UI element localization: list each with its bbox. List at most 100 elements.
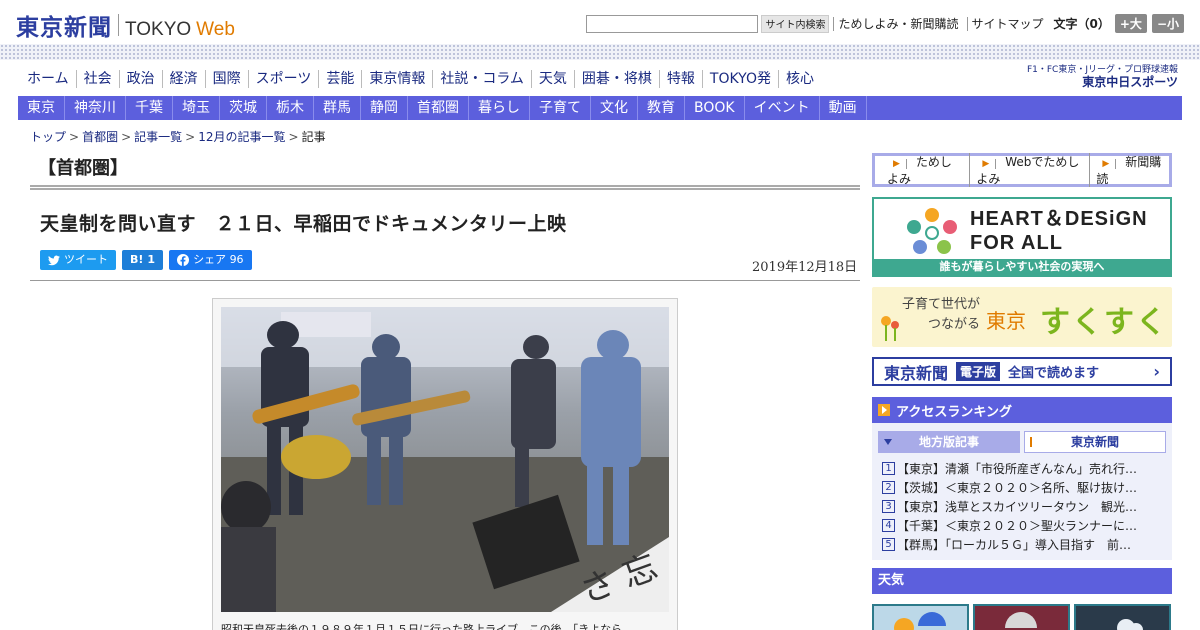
font-smaller-button[interactable]: −小: [1151, 14, 1184, 33]
digital-edition-logo: 東京新聞: [884, 363, 949, 383]
tameshiyomi-link[interactable]: ▶ ためしよみ: [881, 153, 971, 187]
ranking-text: 【群馬】「ローカル５Ｇ」導入目指す 前…: [897, 538, 1132, 552]
weather-tile-sun-icon[interactable]: [872, 604, 969, 630]
weather-tile-cloud-icon[interactable]: [1074, 604, 1171, 630]
subscribe-link[interactable]: ためしよみ・新聞購読: [833, 16, 962, 31]
breadcrumb-top[interactable]: トップ: [30, 130, 66, 144]
nav-item-weather[interactable]: 天気: [532, 70, 575, 88]
subnav-item-shizuoka[interactable]: 静岡: [361, 96, 408, 120]
ranking-number: 3: [882, 500, 895, 513]
section-divider: [30, 185, 860, 190]
logo-jp: 東京新聞: [16, 14, 112, 41]
ranking-item[interactable]: 5 【群馬】「ローカル５Ｇ」導入目指す 前…: [882, 535, 1162, 554]
subnav-item-shutoken[interactable]: 首都圏: [408, 96, 469, 120]
article-date: 2019年12月18日: [752, 260, 858, 275]
nav-item-economy[interactable]: 経済: [163, 70, 206, 88]
site-search-button[interactable]: サイト内検索: [761, 14, 830, 33]
breadcrumb-december-list[interactable]: 12月の記事一覧: [198, 130, 285, 144]
chunichi-sports-banner[interactable]: F1・FC東京・Jリーグ・プロ野球速報 東京中日スポーツ: [1027, 64, 1178, 90]
facebook-icon: [177, 254, 190, 266]
subnav-item-saitama[interactable]: 埼玉: [173, 96, 220, 120]
ranking-arrow-icon: [878, 404, 890, 416]
font-size-label: 文字（0）: [1053, 17, 1110, 31]
subnav-item-bunka[interactable]: 文化: [591, 96, 638, 120]
web-tameshiyomi-link[interactable]: ▶ Webでためしよみ: [970, 153, 1091, 187]
subnav-item-tochigi[interactable]: 栃木: [267, 96, 314, 120]
subnav-item-video[interactable]: 動画: [820, 96, 867, 120]
subnav-item-kurashi[interactable]: 暮らし: [469, 96, 530, 120]
hatena-bookmark-icon: B!: [130, 253, 144, 266]
article-photo-frame: さ 忘 昭和天皇死去後の１９８９年１月１５日に行った路上ライブ。この後、「きよな…: [212, 298, 678, 630]
digital-edition-text: 全国で読めます: [1008, 366, 1100, 381]
tameshiyomi-banner: ▶ ためしよみ ▶ Webでためしよみ ▶ 新聞購読: [872, 153, 1172, 187]
weather-tile-rain-icon[interactable]: [973, 604, 1070, 630]
tab-regional-articles[interactable]: 地方版記事: [878, 431, 1020, 453]
ranking-text: 【千葉】＜東京２０２０＞聖火ランナーに…: [897, 519, 1138, 533]
weather-header: 天気: [872, 568, 1172, 594]
subnav-item-book[interactable]: BOOK: [685, 96, 745, 120]
nav-item-politics[interactable]: 政治: [120, 70, 163, 88]
nav-item-go-shogi[interactable]: 囲碁・将棋: [575, 70, 660, 88]
subnav-item-kosodate[interactable]: 子育て: [530, 96, 591, 120]
digital-edition-banner[interactable]: 東京新聞 電子版 全国で読めます ›: [872, 357, 1172, 386]
nav-item-home[interactable]: ホーム: [20, 70, 77, 88]
article-photo[interactable]: さ 忘: [221, 307, 669, 612]
share-buttons: ツイート B! 1 シェア 96: [40, 250, 258, 270]
subnav-item-chiba[interactable]: 千葉: [126, 96, 173, 120]
search-input[interactable]: [586, 14, 759, 33]
ranking-item[interactable]: 3 【東京】浅草とスカイツリータウン 観光…: [882, 497, 1162, 516]
tokyo-sukusuku-banner[interactable]: 子育て世代が つながる 東京 すくすく: [872, 287, 1172, 347]
play-arrow-icon: ▶: [1096, 159, 1117, 169]
subnav-item-event[interactable]: イベント: [745, 96, 820, 120]
heart-design-banner[interactable]: HEART＆DESiGN FOR ALL 誰もが暮らしやすい社会の実現へ: [872, 197, 1172, 277]
sukusuku-logo: すくすく: [1040, 305, 1168, 340]
nav-item-world[interactable]: 国際: [206, 70, 249, 88]
regional-nav: 東京 神奈川 千葉 埼玉 茨城 栃木 群馬 静岡 首都圏 暮らし 子育て 文化 …: [18, 96, 1182, 120]
breadcrumb-current: 記事: [301, 130, 326, 144]
subnav-item-gunma[interactable]: 群馬: [314, 96, 361, 120]
share-label: シェア: [193, 253, 227, 266]
subnav-item-kanagawa[interactable]: 神奈川: [65, 96, 126, 120]
nav-item-tokuho[interactable]: 特報: [660, 70, 703, 88]
nav-item-tokyo-info[interactable]: 東京情報: [362, 70, 434, 88]
nav-item-kakushin[interactable]: 核心: [779, 70, 821, 88]
subnav-item-tokyo[interactable]: 東京: [18, 96, 65, 120]
ranking-item[interactable]: 4 【千葉】＜東京２０２０＞聖火ランナーに…: [882, 516, 1162, 535]
nav-item-tokyo-hatsu[interactable]: TOKYO発: [703, 70, 779, 88]
sitemap-link[interactable]: サイトマップ: [966, 16, 1048, 31]
article-divider: [30, 280, 860, 281]
subnav-item-ibaraki[interactable]: 茨城: [220, 96, 267, 120]
facebook-share-button[interactable]: シェア 96: [169, 250, 252, 270]
tweet-label: ツイート: [64, 253, 108, 266]
ranking-item[interactable]: 2 【茨城】＜東京２０２０＞名所、駆け抜け…: [882, 478, 1162, 497]
play-arrow-icon: ▶: [976, 159, 997, 169]
hatena-count: 1: [147, 253, 156, 266]
tweet-button[interactable]: ツイート: [40, 250, 116, 270]
photo-caption: 昭和天皇死去後の１９８９年１月１５日に行った路上ライブ。この後、「きよなら: [221, 623, 623, 630]
font-bigger-button[interactable]: +大: [1114, 14, 1147, 33]
hatena-bookmark-button[interactable]: B! 1: [122, 250, 164, 270]
nav-item-society[interactable]: 社会: [77, 70, 120, 88]
ranking-item[interactable]: 1 【東京】清瀬「市役所産ぎんなん」売れ行…: [882, 459, 1162, 478]
breadcrumb-article-list[interactable]: 記事一覧: [134, 130, 182, 144]
logo-en: TOKYO: [125, 19, 192, 40]
tab-tokyo-shimbun[interactable]: 東京新聞: [1024, 431, 1166, 453]
header-dotted-band: [0, 44, 1200, 60]
digital-edition-tag: 電子版: [956, 362, 1001, 381]
access-ranking-header: アクセスランキング: [872, 397, 1172, 423]
sukusuku-tagline: 子育て世代が つながる: [902, 297, 981, 332]
nav-item-sports[interactable]: スポーツ: [249, 70, 320, 88]
article-headline: 天皇制を問い直す ２１日、早稲田でドキュメンタリー上映: [40, 213, 567, 235]
weather-tiles: [872, 604, 1172, 630]
ranking-number: 2: [882, 481, 895, 494]
subscription-link[interactable]: ▶ 新聞購読: [1090, 153, 1169, 187]
site-logo[interactable]: 東京新聞 TOKYO Web: [16, 8, 235, 42]
heart-design-title: HEART＆DESiGN FOR ALL: [970, 208, 1148, 254]
concert-photo-illustration: さ 忘: [221, 307, 669, 612]
nav-item-entertainment[interactable]: 芸能: [319, 70, 363, 88]
ranking-text: 【茨城】＜東京２０２０＞名所、駆け抜け…: [897, 481, 1138, 495]
subnav-item-kyoiku[interactable]: 教育: [638, 96, 685, 120]
breadcrumb-shutoken[interactable]: 首都圏: [82, 130, 118, 144]
nav-item-editorial[interactable]: 社説・コラム: [433, 70, 532, 88]
header-tools: サイト内検索 ためしよみ・新聞購読 サイトマップ 文字（0） +大 −小: [586, 14, 1184, 33]
